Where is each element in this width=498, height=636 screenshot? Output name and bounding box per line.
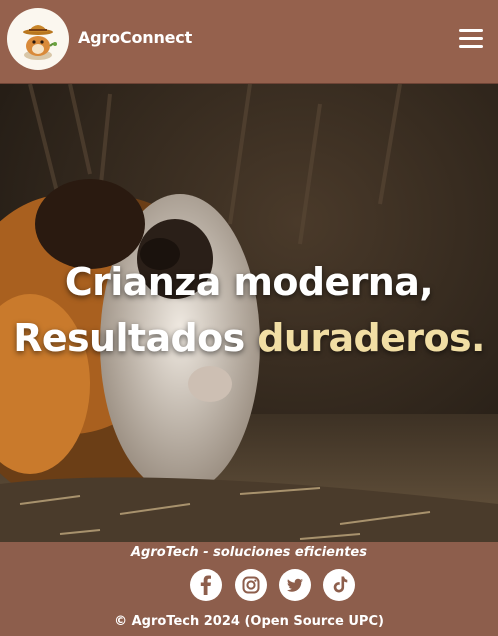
hero-banner: Crianza moderna, Resultados duraderos.: [0, 84, 498, 544]
instagram-glyph: [242, 576, 260, 594]
hamburger-menu-icon[interactable]: [456, 26, 486, 50]
instagram-icon[interactable]: [235, 569, 267, 601]
footer-tagline: AgroTech - soluciones eficientes: [131, 545, 367, 560]
copyright-text: © AgroTech 2024 (Open Source UPC): [114, 614, 384, 629]
top-navbar: AgroConnect: [0, 0, 498, 84]
guinea-pig-photo: [0, 84, 498, 544]
hero-headline-line1: Crianza moderna,: [64, 260, 434, 304]
twitter-glyph: [287, 578, 303, 592]
guinea-pig-mascot-icon: [23, 25, 57, 60]
hero-headline-line2: Resultados duraderos.: [0, 316, 498, 360]
footer: AgroTech - soluciones eficientes © AgroT…: [0, 542, 498, 636]
hero-headline-plain: Resultados: [13, 316, 245, 360]
brand-name[interactable]: AgroConnect: [78, 28, 192, 47]
facebook-glyph: [200, 575, 211, 595]
tiktok-glyph: [333, 576, 348, 593]
menu-bar: [459, 29, 483, 32]
menu-bar: [459, 37, 483, 40]
menu-bar: [459, 45, 483, 48]
facebook-icon[interactable]: [190, 569, 222, 601]
hero-headline-accent: duraderos.: [257, 316, 485, 360]
logo[interactable]: [7, 8, 69, 70]
twitter-icon[interactable]: [279, 569, 311, 601]
tiktok-icon[interactable]: [323, 569, 355, 601]
